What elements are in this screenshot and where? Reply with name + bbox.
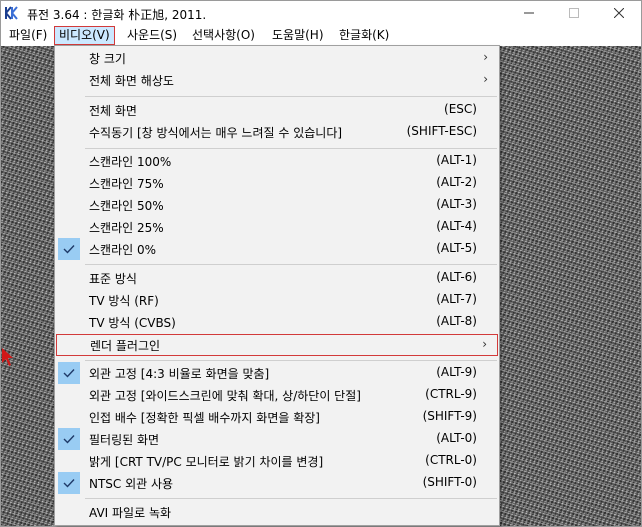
menu-item-shortcut: (SHIFT-9) <box>422 409 477 423</box>
menu-file[interactable]: 파일(F) <box>5 26 51 45</box>
menu-item-label: 표준 방식 <box>89 272 137 286</box>
menu-sound[interactable]: 사운드(S) <box>123 26 181 45</box>
menu-item-label: TV 방식 (CVBS) <box>89 316 176 330</box>
menu-localization[interactable]: 한글화(K) <box>335 26 393 45</box>
menu-item-label: 렌더 플러그인 <box>90 339 161 353</box>
menu-separator <box>85 360 497 361</box>
menu-item-shortcut: (ALT-9) <box>436 365 477 379</box>
menu-item-brightness[interactable]: 밝게 [CRT TV/PC 모니터로 밝기 차이를 변경] (CTRL-0) <box>56 450 498 472</box>
menu-item-fullscreen-resolution[interactable]: 전체 화면 해상도 › <box>56 69 498 91</box>
menu-separator <box>85 96 497 97</box>
menu-item-label: NTSC 외관 사용 <box>89 477 174 491</box>
maximize-icon <box>568 8 579 18</box>
maximize-button[interactable] <box>551 1 596 25</box>
chevron-right-icon: › <box>482 337 487 351</box>
check-icon <box>58 362 80 384</box>
minimize-icon <box>523 12 534 14</box>
menu-item-label: 창 크기 <box>89 52 126 66</box>
menu-video[interactable]: 비디오(V) <box>54 26 115 45</box>
menu-item-render-plugin[interactable]: 렌더 플러그인 › <box>56 334 498 356</box>
title-bar[interactable]: 퓨전 3.64 : 한글화 朴正旭, 2011. <box>1 1 641 25</box>
menu-item-ntsc-aspect[interactable]: NTSC 외관 사용 (SHIFT-0) <box>56 472 498 494</box>
menu-item-label: 수직동기 [창 방식에서는 매우 느려질 수 있습니다] <box>89 126 343 140</box>
menu-item-shortcut: (ALT-5) <box>436 241 477 255</box>
menu-item-shortcut: (SHIFT-0) <box>422 475 477 489</box>
chevron-right-icon: › <box>483 72 488 86</box>
app-icon[interactable] <box>5 6 20 20</box>
menu-item-fullscreen[interactable]: 전체 화면 (ESC) <box>56 99 498 121</box>
menu-item-shortcut: (CTRL-0) <box>425 453 477 467</box>
menu-item-label: AVI 파일로 녹화 <box>89 506 172 520</box>
menu-item-label: 밝게 [CRT TV/PC 모니터로 밝기 차이를 변경] <box>89 455 324 469</box>
close-icon <box>613 8 624 18</box>
menu-item-label: 스캔라인 25% <box>89 221 164 235</box>
menu-item-label: 스캔라인 0% <box>89 243 157 257</box>
red-arrow-icon <box>2 348 13 366</box>
check-icon <box>58 472 80 494</box>
window-title: 퓨전 3.64 : 한글화 朴正旭, 2011. <box>27 8 207 22</box>
menu-item-aspect-4-3[interactable]: 외관 고정 [4:3 비율로 화면을 맞춤] (ALT-9) <box>56 362 498 384</box>
menu-item-shortcut: (ALT-7) <box>436 292 477 306</box>
menu-item-tv-rf[interactable]: TV 방식 (RF) (ALT-7) <box>56 289 498 311</box>
menu-item-scanline-0[interactable]: 스캔라인 0% (ALT-5) <box>56 238 498 260</box>
menu-item-shortcut: (ALT-4) <box>436 219 477 233</box>
chevron-right-icon: › <box>483 50 488 64</box>
menu-bar: 파일(F) 비디오(V) 사운드(S) 선택사항(O) 도움말(H) 한글화(K… <box>1 25 641 46</box>
menu-item-label: 전체 화면 해상도 <box>89 74 174 88</box>
video-menu-dropdown: 창 크기 › 전체 화면 해상도 › 전체 화면 (ESC) 수직동기 [창 방… <box>54 45 500 526</box>
close-button[interactable] <box>596 1 641 25</box>
menu-item-aspect-wide[interactable]: 외관 고정 [와이드스크린에 맞춰 확대, 상/하단이 단절] (CTRL-9) <box>56 384 498 406</box>
menu-item-label: 스캔라인 50% <box>89 199 164 213</box>
menu-item-label: 외관 고정 [와이드스크린에 맞춰 확대, 상/하단이 단절] <box>89 389 361 403</box>
menu-item-scanline-25[interactable]: 스캔라인 25% (ALT-4) <box>56 216 498 238</box>
menu-item-vsync[interactable]: 수직동기 [창 방식에서는 매우 느려질 수 있습니다] (SHIFT-ESC) <box>56 121 498 143</box>
menu-item-label: 스캔라인 100% <box>89 155 172 169</box>
menu-item-shortcut: (ALT-3) <box>436 197 477 211</box>
menu-item-window-size[interactable]: 창 크기 › <box>56 47 498 69</box>
menu-item-label: TV 방식 (RF) <box>89 294 159 308</box>
menu-item-integer-scale[interactable]: 인접 배수 [정확한 픽셀 배수까지 화면을 확장] (SHIFT-9) <box>56 406 498 428</box>
menu-item-label: 인접 배수 [정확한 픽셀 배수까지 화면을 확장] <box>89 411 320 425</box>
menu-item-label: 스캔라인 75% <box>89 177 164 191</box>
menu-item-tv-cvbs[interactable]: TV 방식 (CVBS) (ALT-8) <box>56 311 498 333</box>
menu-item-label: 외관 고정 [4:3 비율로 화면을 맞춤] <box>89 367 270 381</box>
menu-item-scanline-50[interactable]: 스캔라인 50% (ALT-3) <box>56 194 498 216</box>
menu-separator <box>85 148 497 149</box>
menu-item-standard-mode[interactable]: 표준 방식 (ALT-6) <box>56 267 498 289</box>
menu-item-shortcut: (ESC) <box>444 102 477 116</box>
minimize-button[interactable] <box>506 1 551 25</box>
menu-options[interactable]: 선택사항(O) <box>188 26 259 45</box>
menu-item-shortcut: (CTRL-9) <box>425 387 477 401</box>
menu-item-shortcut: (SHIFT-ESC) <box>406 124 477 138</box>
menu-item-scanline-75[interactable]: 스캔라인 75% (ALT-2) <box>56 172 498 194</box>
menu-item-shortcut: (ALT-2) <box>436 175 477 189</box>
menu-separator <box>85 264 497 265</box>
menu-item-label: 전체 화면 <box>89 104 137 118</box>
menu-item-scanline-100[interactable]: 스캔라인 100% (ALT-1) <box>56 150 498 172</box>
menu-item-record-avi[interactable]: AVI 파일로 녹화 <box>56 501 498 523</box>
menu-help[interactable]: 도움말(H) <box>268 26 328 45</box>
menu-separator <box>85 498 497 499</box>
menu-item-shortcut: (ALT-6) <box>436 270 477 284</box>
menu-item-shortcut: (ALT-1) <box>436 153 477 167</box>
check-icon <box>58 238 80 260</box>
check-icon <box>58 428 80 450</box>
menu-item-shortcut: (ALT-0) <box>436 431 477 445</box>
menu-item-filtered-display[interactable]: 필터링된 화면 (ALT-0) <box>56 428 498 450</box>
menu-item-shortcut: (ALT-8) <box>436 314 477 328</box>
menu-item-label: 필터링된 화면 <box>89 433 160 447</box>
